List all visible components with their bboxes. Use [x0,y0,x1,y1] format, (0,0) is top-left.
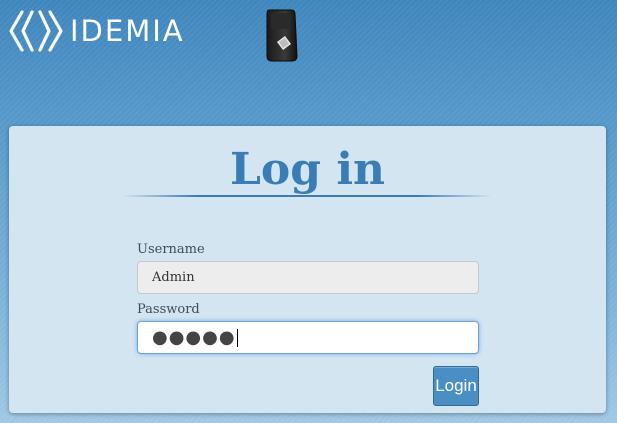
password-label: Password [137,302,200,317]
password-masked-value: ●●●●● [152,327,236,348]
brand-logo: IDEMIA [8,8,185,54]
brand-name: IDEMIA [70,14,185,48]
login-panel: Log in Username Admin Password ●●●●● Log… [9,126,606,413]
username-value: Admin [152,270,195,285]
password-field[interactable]: ●●●●● [137,321,479,354]
header: IDEMIA [0,0,617,70]
title-divider [122,195,492,197]
idemia-brackets-logo-icon [9,10,63,52]
fingerprint-terminal-icon [266,9,298,62]
username-field[interactable]: Admin [137,261,479,294]
login-button[interactable]: Login [433,366,479,406]
page-title: Log in [229,144,386,195]
text-caret [236,328,238,347]
username-label: Username [137,242,205,257]
